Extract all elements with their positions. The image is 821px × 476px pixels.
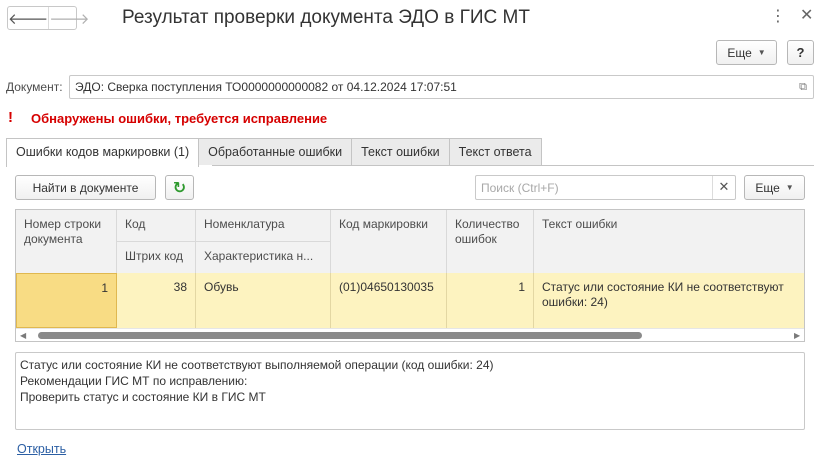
horizontal-scrollbar[interactable]: ◀ ▶	[16, 328, 804, 341]
tab-panel-border	[212, 165, 814, 166]
caret-down-icon: ▼	[757, 48, 766, 57]
forward-arrow-icon[interactable]: 🡒	[48, 7, 89, 29]
cell-nomenclature[interactable]: Обувь	[196, 273, 331, 328]
open-link[interactable]: Открыть	[17, 442, 66, 456]
close-icon[interactable]: ✕	[800, 7, 813, 25]
header-code[interactable]: Код	[117, 210, 196, 241]
scrollbar-thumb[interactable]	[38, 332, 642, 339]
more-button-label: Еще	[727, 45, 752, 60]
scroll-left-icon[interactable]: ◀	[20, 331, 26, 340]
tab-processed-errors[interactable]: Обработанные ошибки	[198, 138, 353, 165]
navigation-buttons: 🡐 🡒	[7, 6, 89, 30]
recommendations-heading: Рекомендации ГИС МТ по исправлению:	[20, 374, 248, 388]
header-error-count[interactable]: Количество ошибок	[447, 210, 534, 273]
cell-marking-code[interactable]: (01)04650130035	[331, 273, 447, 328]
kebab-menu-icon[interactable]: ⋮	[770, 8, 786, 26]
table-row[interactable]: 1 38 Обувь (01)04650130035 1 Статус или …	[16, 273, 804, 328]
tab-bar: Ошибки кодов маркировки (1) Обработанные…	[6, 138, 542, 167]
header-barcode[interactable]: Штрих код	[117, 241, 196, 273]
scroll-right-icon[interactable]: ▶	[794, 331, 800, 340]
error-message: Обнаружены ошибки, требуется исправление	[31, 111, 328, 126]
cell-row-number[interactable]: 1	[16, 273, 117, 328]
table-more-label: Еще	[755, 180, 780, 195]
errors-table: Номер строки документа Код Штрих код Ном…	[15, 209, 805, 342]
search-input[interactable]: Поиск (Ctrl+F) ✕	[475, 175, 736, 200]
help-button[interactable]: ?	[787, 40, 814, 65]
clear-icon[interactable]: ✕	[712, 176, 735, 199]
caret-down-icon: ▼	[785, 183, 794, 192]
tab-response-text[interactable]: Текст ответа	[448, 138, 542, 165]
cell-code[interactable]: 38	[117, 273, 196, 328]
header-nomenclature[interactable]: Номенклатура	[196, 210, 331, 241]
error-icon: !	[8, 109, 13, 126]
tab-marking-code-errors[interactable]: Ошибки кодов маркировки (1)	[6, 138, 200, 167]
header-row-number[interactable]: Номер строки документа	[16, 210, 117, 273]
document-label: Документ:	[6, 80, 63, 94]
cell-error-count[interactable]: 1	[447, 273, 534, 328]
header-characteristic[interactable]: Характеристика н...	[196, 241, 331, 273]
header-marking-code[interactable]: Код маркировки	[331, 210, 447, 273]
search-placeholder: Поиск (Ctrl+F)	[481, 181, 559, 195]
error-details-box[interactable]: Статус или состояние КИ не соответствуют…	[15, 352, 805, 430]
table-more-button[interactable]: Еще ▼	[744, 175, 805, 200]
header-error-text[interactable]: Текст ошибки	[534, 210, 804, 273]
refresh-icon: ↻	[172, 179, 187, 197]
open-in-window-icon[interactable]: ⧉	[796, 80, 810, 94]
tab-error-text[interactable]: Текст ошибки	[351, 138, 450, 165]
error-details-line: Статус или состояние КИ не соответствуют…	[20, 358, 494, 372]
more-button[interactable]: Еще ▼	[716, 40, 777, 65]
refresh-button[interactable]: ↻	[165, 175, 194, 200]
back-arrow-icon[interactable]: 🡐	[8, 7, 48, 29]
recommendation-line: Проверить статус и состояние КИ в ГИС МТ	[20, 390, 266, 404]
window-title: Результат проверки документа ЭДО в ГИС М…	[122, 7, 530, 28]
find-in-document-button[interactable]: Найти в документе	[15, 175, 156, 200]
document-field[interactable]: ЭДО: Сверка поступления ТО0000000000082 …	[69, 75, 814, 99]
cell-error-text[interactable]: Статус или состояние КИ не соответствуют…	[534, 273, 804, 328]
